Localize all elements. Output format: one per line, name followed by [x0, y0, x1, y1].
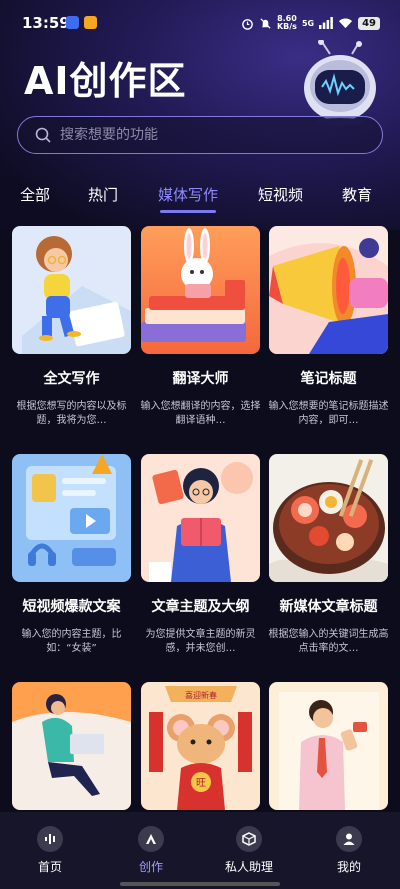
card-title: 新媒体文章标题 [279, 599, 378, 615]
card-article-outline[interactable]: 文章主题及大纲 为您提供文章主题的新灵感，并未您创… [141, 454, 260, 654]
card-thumbnail [12, 454, 131, 582]
tab-all[interactable]: 全部 [20, 184, 50, 205]
network-speed-unit: KB/s [276, 22, 297, 31]
search-bar[interactable] [17, 116, 383, 154]
status-bar: 13:59 8.60 KB/s 5G 49 [0, 0, 400, 44]
presenter-man-illustration-icon [269, 682, 388, 810]
network-type: 5G [301, 18, 315, 28]
app-notification-icon [66, 16, 79, 29]
card-thumbnail [269, 226, 388, 354]
card-title: 全文写作 [43, 371, 100, 387]
voice-icon [37, 826, 63, 852]
megaphone-illustration-icon [269, 226, 388, 354]
card-new-media-title[interactable]: 新媒体文章标题 根据您输入的关键词生成高点击率的文… [269, 454, 389, 654]
card-note-title[interactable]: 笔记标题 输入您想要的笔记标题描述内容，即可… [269, 226, 389, 426]
alarm-icon [242, 18, 253, 30]
user-icon [336, 826, 362, 852]
card-thumbnail [141, 454, 260, 582]
status-indicators: 8.60 KB/s 5G 49 [241, 15, 380, 31]
battery-indicator: 49 [358, 16, 380, 30]
card-thumbnail [12, 226, 131, 354]
badge-text: 旺 [196, 778, 206, 789]
book-girl-illustration-icon [141, 454, 260, 582]
card-description: 输入您想要的笔记标题描述内容，即可… [268, 401, 389, 426]
card-thumbnail [269, 454, 388, 582]
tab-popular[interactable]: 热门 [88, 184, 118, 205]
card-description: 根据您想写的内容以及标题，我将为您… [16, 401, 127, 426]
nav-assistant[interactable]: 私人助理 [214, 826, 284, 875]
new-year-mouse-illustration-icon: 喜迎新春 旺 [141, 682, 260, 810]
status-time: 13:59 [22, 14, 70, 32]
category-tabs: 全部 热门 媒体写作 短视频 教育 [0, 184, 400, 214]
mute-icon [260, 17, 271, 29]
page-title: AI创作区 [24, 59, 187, 103]
create-icon [138, 826, 164, 852]
wifi-icon [339, 18, 353, 29]
robot-mascot-icon [304, 40, 376, 126]
writer-girl-illustration-icon [12, 226, 131, 354]
active-tab-indicator [160, 210, 216, 213]
bottom-navigation: 首页 创作 私人助理 我的 [0, 812, 400, 889]
card-thumbnail [141, 226, 260, 354]
video-ui-illustration-icon [12, 454, 131, 582]
card-translation-master[interactable]: 翻译大师 输入您想翻译的内容，选择翻译语种… [141, 226, 261, 426]
tab-education[interactable]: 教育 [342, 184, 372, 205]
nav-label: 创作 [138, 860, 163, 874]
signal-icon [319, 17, 333, 29]
nav-create[interactable]: 创作 [116, 826, 186, 875]
card-tool-8[interactable]: 喜迎新春 旺 [141, 682, 260, 810]
food-bowl-illustration-icon [269, 454, 388, 582]
card-title: 文章主题及大纲 [151, 599, 250, 615]
network-speed: 8.60 KB/s [277, 15, 297, 31]
rabbit-reading-illustration-icon [141, 226, 260, 354]
tab-media-writing[interactable]: 媒体写作 [158, 184, 218, 205]
card-title: 翻译大师 [172, 371, 229, 387]
nav-profile[interactable]: 我的 [314, 826, 384, 875]
card-title: 短视频爆款文案 [22, 599, 121, 615]
search-icon [35, 127, 51, 143]
box-icon [236, 826, 262, 852]
tab-short-video[interactable]: 短视频 [258, 184, 303, 205]
search-input[interactable] [60, 127, 360, 143]
card-tool-7[interactable] [12, 682, 131, 810]
card-description: 输入您想翻译的内容，选择翻译语种… [140, 401, 261, 426]
card-description: 输入您的内容主题，比如：“女装” [21, 629, 122, 654]
laptop-person-illustration-icon [12, 682, 131, 810]
card-thumbnail [269, 682, 388, 810]
card-description: 根据您输入的关键词生成高点击率的文… [268, 629, 389, 654]
poster-text: 喜迎新春 [185, 690, 217, 700]
card-tool-9[interactable] [269, 682, 388, 810]
nav-label: 首页 [37, 860, 62, 874]
home-indicator [120, 882, 280, 886]
nav-label: 我的 [336, 860, 361, 874]
card-short-video-copy[interactable]: 短视频爆款文案 输入您的内容主题，比如：“女装” [12, 454, 131, 654]
app-notification-icon-2 [84, 16, 97, 29]
card-title: 笔记标题 [300, 371, 357, 387]
nav-home[interactable]: 首页 [15, 826, 85, 875]
card-full-writing[interactable]: 全文写作 根据您想写的内容以及标题，我将为您… [12, 226, 131, 426]
card-thumbnail [12, 682, 131, 810]
nav-label: 私人助理 [224, 860, 273, 874]
card-thumbnail: 喜迎新春 旺 [141, 682, 260, 810]
card-description: 为您提供文章主题的新灵感，并未您创… [145, 629, 256, 654]
